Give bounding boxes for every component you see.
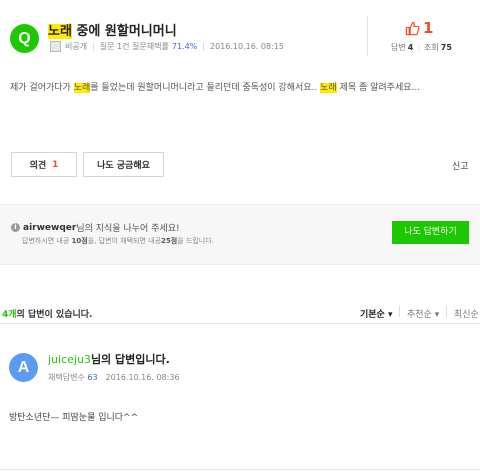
opinion-count: 1 bbox=[52, 159, 59, 170]
question-meta: 비공개 | 질문 1건 질문채택률 71.4% | 2016.10.16. 08… bbox=[50, 41, 284, 52]
share-prompt-text: 님의 지식을 나누어 주세요! bbox=[76, 224, 180, 234]
answer-body: 방탄소년단— 피땀눈물 입니다^^ bbox=[9, 413, 139, 423]
answer-username[interactable]: juiceju3 bbox=[48, 353, 91, 366]
chevron-down-icon: ▾ bbox=[434, 310, 440, 320]
body-text: 를 들었는데 원할머니머니라고 들리던데 중독성이 강해서요.. bbox=[90, 83, 321, 93]
adopted-count: 63 bbox=[87, 373, 98, 382]
meta-separator: | bbox=[92, 42, 95, 51]
reward-text: 을, 답변이 채택되면 내공 bbox=[87, 237, 162, 245]
answers-label: 답변 bbox=[391, 43, 406, 52]
info-icon: i bbox=[11, 223, 20, 232]
sort-separator bbox=[446, 306, 447, 317]
answer-count: 4개 bbox=[2, 310, 17, 320]
question-stats: 답변 4 | 조회 75 bbox=[391, 42, 452, 53]
divider bbox=[0, 469, 480, 470]
question-date: 2016.10.16. 08:15 bbox=[209, 42, 284, 51]
header-divider bbox=[367, 16, 368, 56]
adoption-rate: 71.4% bbox=[171, 42, 198, 51]
question-author: 비공개 bbox=[65, 42, 88, 51]
share-username: airwewqer bbox=[23, 222, 77, 233]
thumbs-up-icon bbox=[405, 21, 420, 35]
body-text: 제목 좀 알려주세요... bbox=[336, 83, 421, 93]
like-button[interactable]: 1 bbox=[405, 19, 433, 37]
sort-label: 기본순 bbox=[360, 310, 385, 320]
reward-points: 25점 bbox=[161, 237, 178, 245]
reward-text: 답변하시면 내공 bbox=[22, 237, 72, 245]
answer-badge: A bbox=[9, 353, 38, 382]
stats-separator: | bbox=[417, 43, 421, 52]
body-highlight: 노래 bbox=[320, 83, 337, 93]
sort-label: 추천순 bbox=[407, 310, 432, 320]
answers-count: 4 bbox=[407, 43, 414, 52]
reward-text: 을 드립니다. bbox=[177, 237, 214, 245]
answer-count-heading: 4개의 답변이 있습니다. bbox=[2, 307, 92, 320]
answer-meta: 채택답변수 63 2016.10.16. 08:36 bbox=[48, 372, 180, 383]
share-prompt: i airwewqer 님의 지식을 나누어 주세요! bbox=[11, 221, 180, 234]
share-reward-text: 답변하시면 내공 10점을, 답변이 채택되면 내공25점을 드립니다. bbox=[22, 236, 214, 246]
sort-separator bbox=[399, 306, 400, 317]
me-too-curious-button[interactable]: 나도 궁금해요 bbox=[83, 152, 164, 177]
answer-title-suffix: 님의 답변입니다. bbox=[90, 353, 170, 366]
like-count: 1 bbox=[423, 19, 434, 37]
question-meta-label: 질문 1건 질문채택률 bbox=[99, 42, 169, 51]
adopted-label: 채택답변수 bbox=[48, 373, 85, 382]
body-text: 제가 걸어가다가 bbox=[10, 83, 74, 93]
write-answer-button[interactable]: 나도 답변하기 bbox=[392, 221, 469, 244]
title-text: 중에 원할머니머니 bbox=[71, 24, 177, 39]
sort-latest[interactable]: 최신순 bbox=[454, 307, 479, 320]
chevron-down-icon: ▾ bbox=[387, 310, 393, 320]
title-highlight: 노래 bbox=[48, 24, 72, 39]
question-body: 제가 걸어가다가 노래를 들었는데 원할머니머니라고 들리던데 중독성이 강해서… bbox=[10, 80, 472, 96]
profile-placeholder-icon bbox=[50, 41, 61, 52]
views-label: 조회 bbox=[424, 43, 439, 52]
opinion-label: 의견 bbox=[29, 161, 47, 171]
question-title[interactable]: 노래 중에 원할머니머니 bbox=[48, 20, 177, 39]
answer-count-suffix: 의 답변이 있습니다. bbox=[16, 310, 93, 320]
views-count: 75 bbox=[440, 43, 452, 52]
sort-default[interactable]: 기본순 ▾ bbox=[360, 307, 393, 320]
opinion-button[interactable]: 의견 1 bbox=[11, 152, 77, 177]
answer-date: 2016.10.16. 08:36 bbox=[105, 373, 180, 382]
body-highlight: 노래 bbox=[73, 83, 91, 93]
sort-recommended[interactable]: 추천순 ▾ bbox=[407, 307, 439, 320]
report-link[interactable]: 신고 bbox=[452, 159, 469, 172]
meta-separator: | bbox=[202, 42, 205, 51]
question-badge: Q bbox=[10, 24, 39, 53]
divider bbox=[0, 323, 480, 324]
reward-points: 10점 bbox=[71, 237, 88, 245]
answer-title: juiceju3님의 답변입니다. bbox=[48, 351, 170, 367]
